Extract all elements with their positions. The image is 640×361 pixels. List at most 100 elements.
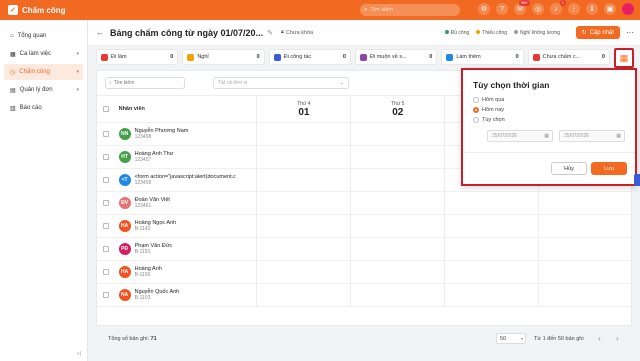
info-icon[interactable]: ℹ (586, 3, 598, 15)
radio-yesterday[interactable] (473, 97, 479, 103)
gift-icon[interactable]: ▣ (604, 3, 616, 15)
table-row[interactable]: HA Hoàng Ngọc Anh B-1142 (97, 215, 631, 238)
user-avatar[interactable] (622, 3, 634, 15)
global-search[interactable]: ⌕ (360, 4, 460, 16)
sidebar-item-reports[interactable]: ▥ Báo cáo (4, 100, 83, 116)
day-cell[interactable] (445, 192, 540, 214)
day-cell[interactable] (257, 238, 352, 260)
stat-card[interactable]: Nghỉ 0 (182, 49, 265, 65)
table-search-input[interactable] (113, 80, 180, 86)
row-checkbox[interactable] (102, 246, 109, 252)
page-size-select[interactable]: 50 ▾ (496, 333, 526, 344)
employee-cell[interactable]: ĐV Đoàn Văn Việt 123461 (115, 192, 258, 214)
employee-cell[interactable]: HA Hoàng Anh B-1100 (115, 261, 258, 283)
row-checkbox[interactable] (102, 131, 109, 137)
radio-today[interactable] (473, 107, 479, 113)
employee-cell[interactable]: HA Hoàng Ngọc Anh B-1142 (115, 215, 258, 237)
lock-status[interactable]: 🔒︎ Chưa khóa (281, 29, 313, 36)
stat-card[interactable]: Làm thêm 0 (441, 49, 524, 65)
option-custom[interactable]: Tùy chọn (473, 117, 505, 123)
back-arrow-icon[interactable]: ← (96, 28, 104, 37)
day-cell[interactable] (445, 238, 540, 260)
sidebar-item-shifts[interactable]: ▦ Ca làm việc ▾ (4, 46, 83, 62)
day-cell[interactable] (257, 284, 352, 306)
row-checkbox[interactable] (102, 223, 109, 229)
time-filter-button[interactable]: ▦ (614, 48, 634, 68)
table-row[interactable]: HA Hoàng Anh B-1100 (97, 261, 631, 284)
row-checkbox[interactable] (102, 177, 109, 183)
chat-icon[interactable]: ◎ (532, 3, 544, 15)
day-cell[interactable] (351, 169, 446, 191)
save-button[interactable]: Lưu (591, 162, 627, 175)
day-cell[interactable] (539, 284, 631, 306)
sidebar-item-overview[interactable]: ⌂ Tổng quan (4, 28, 83, 44)
day-cell[interactable] (351, 215, 446, 237)
settings-icon[interactable]: ⚙ (478, 3, 490, 15)
side-handle[interactable] (634, 174, 640, 186)
popover-title: Tùy chọn thời gian (473, 80, 550, 90)
row-checkbox[interactable] (102, 200, 109, 206)
update-button-label: Cập nhật (589, 29, 614, 36)
day-cell[interactable] (257, 146, 352, 168)
sidebar-item-timekeeping[interactable]: ◷ Chấm công ▾ (4, 64, 83, 80)
day-cell[interactable] (351, 238, 446, 260)
day-cell[interactable] (351, 261, 446, 283)
update-button[interactable]: ↻ Cập nhật (575, 26, 620, 39)
collapse-sidebar-icon[interactable]: «| (77, 351, 81, 357)
day-cell[interactable] (445, 215, 540, 237)
day-cell[interactable] (351, 192, 446, 214)
day-cell[interactable] (351, 123, 446, 145)
table-row[interactable]: ĐV Đoàn Văn Việt 123461 (97, 192, 631, 215)
table-row[interactable]: NA Nguyễn Quốc Anh B-1103 (97, 284, 631, 307)
row-checkbox[interactable] (102, 269, 109, 275)
cancel-button[interactable]: Hủy (551, 162, 587, 175)
mail-icon[interactable]: ✉ 99+ (514, 0, 530, 15)
global-search-input[interactable] (370, 7, 451, 13)
employee-cell[interactable]: NA Nguyễn Quốc Anh B-1103 (115, 284, 258, 306)
to-date-input[interactable]: 25/07/2026 ▦ (559, 130, 625, 142)
edit-icon[interactable]: ✎ (267, 29, 273, 37)
day-header: Thứ 4 01 (257, 96, 352, 122)
stat-card[interactable]: Chưa chấm c... 0 (527, 49, 610, 65)
day-cell[interactable] (539, 215, 631, 237)
employee-cell[interactable]: PĐ Phạm Văn Đức B-1151 (115, 238, 258, 260)
day-cell[interactable] (257, 215, 352, 237)
table-search[interactable]: ⌕ (105, 77, 185, 89)
from-date-input[interactable]: 25/07/2026 ▦ (487, 130, 553, 142)
row-checkbox[interactable] (102, 154, 109, 160)
employee-cell[interactable]: <T <form action="javascript:alert(documen… (115, 169, 258, 191)
row-checkbox[interactable] (102, 292, 109, 298)
next-page-icon[interactable]: › (616, 334, 619, 343)
day-cell[interactable] (257, 169, 352, 191)
radio-custom[interactable] (473, 117, 479, 123)
avatar: HA (118, 220, 131, 232)
apps-icon[interactable]: ⋮ (568, 3, 580, 15)
day-cell[interactable] (257, 261, 352, 283)
more-options-icon[interactable]: ⋯ (626, 28, 634, 37)
employee-cell[interactable]: HT Hoàng Anh Thư 123457 (115, 146, 258, 168)
option-yesterday[interactable]: Hôm qua (473, 97, 504, 103)
prev-page-icon[interactable]: ‹ (598, 334, 601, 343)
day-cell[interactable] (539, 261, 631, 283)
day-cell[interactable] (539, 192, 631, 214)
day-cell[interactable] (539, 238, 631, 260)
stat-card[interactable]: Đi công tác 0 (268, 49, 351, 65)
select-all-checkbox[interactable] (102, 106, 109, 112)
bell-icon[interactable]: ♪ 1 (550, 0, 566, 15)
table-row[interactable]: PĐ Phạm Văn Đức B-1151 (97, 238, 631, 261)
day-cell[interactable] (445, 284, 540, 306)
stat-card[interactable]: Đi muộn về s... 0 (354, 49, 438, 65)
help-icon[interactable]: ? (496, 3, 508, 15)
day-cell[interactable] (445, 261, 540, 283)
unit-select[interactable]: Tất cả đơn vị ⌄ (213, 77, 349, 89)
brand[interactable]: ✓ Chấm công (0, 5, 160, 15)
day-cell[interactable] (257, 192, 352, 214)
stat-card[interactable]: Đi làm 0 (96, 49, 179, 65)
option-today[interactable]: Hôm nay (473, 107, 504, 113)
employee-cell[interactable]: NN Nguyễn Phương Nam 123458 (115, 123, 258, 145)
day-cell[interactable] (351, 146, 446, 168)
day-cell[interactable] (351, 284, 446, 306)
sidebar-item-requests[interactable]: ▤ Quản lý đơn ▾ (4, 82, 83, 98)
day-cell[interactable] (257, 123, 352, 145)
to-date-value: 25/07/2026 (564, 133, 590, 139)
